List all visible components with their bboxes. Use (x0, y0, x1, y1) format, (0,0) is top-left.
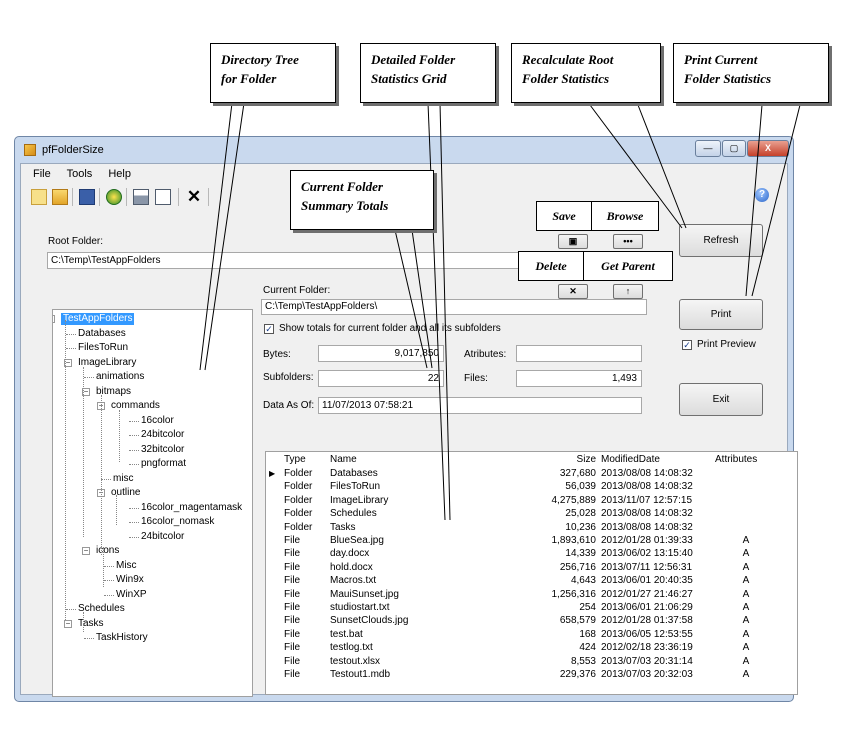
callout-directory-tree-line2: for Folder (221, 71, 277, 86)
callout-print-current-line1: Print Current (684, 52, 758, 67)
callout-print-current: Print Current Folder Statistics (673, 43, 829, 103)
callout-directory-tree: Directory Tree for Folder (210, 43, 336, 103)
callout-recalculate-line2: Folder Statistics (522, 71, 610, 86)
callout-browse: Browse (591, 201, 659, 231)
callout-stats-grid-line1: Detailed Folder (371, 52, 456, 67)
callout-save: Save (536, 201, 592, 231)
callout-delete: Delete (518, 251, 584, 281)
callout-summary-totals: Current Folder Summary Totals (290, 170, 434, 230)
callout-directory-tree-line1: Directory Tree (221, 52, 299, 67)
callout-stats-grid-line2: Statistics Grid (371, 71, 447, 86)
callout-stats-grid: Detailed Folder Statistics Grid (360, 43, 496, 103)
callout-summary-totals-line1: Current Folder (301, 179, 383, 194)
callout-recalculate-line1: Recalculate Root (522, 52, 614, 67)
callout-get-parent: Get Parent (583, 251, 673, 281)
callout-recalculate: Recalculate Root Folder Statistics (511, 43, 661, 103)
callout-print-current-line2: Folder Statistics (684, 71, 772, 86)
callout-leader-lines (199, 102, 801, 521)
callout-summary-totals-line2: Summary Totals (301, 198, 389, 213)
